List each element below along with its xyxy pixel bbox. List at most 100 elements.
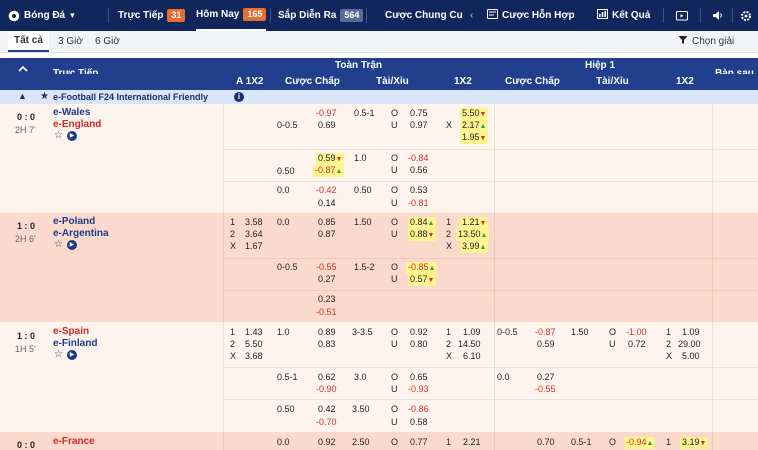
header-a-1x2: A 1X2 (236, 76, 264, 87)
h1-odds-1x2-home[interactable]: 1.09 (682, 327, 700, 338)
odds-1x2-draw[interactable]: 6.10 (463, 351, 481, 362)
favorite-star-icon[interactable]: ☆ (54, 131, 63, 141)
odds-away[interactable]: -0.70 (316, 417, 337, 428)
league-row[interactable]: ▲ ★ e-Football F24 International Friendl… (0, 90, 758, 104)
favorite-star-icon[interactable]: ☆ (54, 240, 63, 250)
h1-odds-home[interactable]: 0.70 (537, 437, 555, 448)
h1-odds-1x2-home[interactable]: 3.19▼ (680, 437, 709, 449)
info-icon[interactable]: i (234, 92, 244, 102)
odds-1x2-home[interactable]: 3.58 (245, 217, 263, 228)
odds-1x2-away[interactable]: 3.64 (245, 229, 263, 240)
odds-under[interactable]: 0.80 (410, 339, 428, 350)
tab-upcoming[interactable]: Sắp Diễn Ra 564 (278, 0, 364, 31)
odds-over[interactable]: -0.85▲ (406, 262, 438, 274)
h1-odds-away[interactable]: -0.55 (535, 384, 556, 395)
odds-1x2-away[interactable]: 13.50▲ (456, 229, 490, 241)
settings-gear-icon[interactable] (740, 0, 752, 31)
tab-live[interactable]: Trực Tiếp 31 (118, 0, 186, 31)
odds-under[interactable]: 0.97 (410, 120, 428, 131)
odds-1x2-home[interactable]: 1.09 (463, 327, 481, 338)
odds-1x2-away[interactable]: 5.50 (245, 339, 263, 350)
odds-1x2-draw[interactable]: 1.95▼ (460, 132, 489, 144)
h1-odds-home[interactable]: 0.27 (537, 372, 555, 383)
odds-under[interactable]: -0.81 (408, 198, 429, 209)
sport-selector[interactable]: Bóng Đá ▾ (24, 0, 75, 31)
odds-over[interactable]: 0.65 (410, 372, 428, 383)
odds-under[interactable]: 0.88▼ (408, 229, 437, 241)
choose-league-button[interactable]: Chọn giải (678, 31, 734, 52)
under-label: U (391, 120, 398, 130)
odds-under[interactable]: -0.93 (408, 384, 429, 395)
odds-away[interactable]: 0.83 (318, 339, 336, 350)
favorite-star-icon[interactable]: ☆ (54, 350, 63, 360)
odds-over[interactable]: -0.86 (408, 404, 429, 415)
odds-under[interactable]: 0.56 (410, 165, 428, 176)
odds-over[interactable]: 0.84▲ (408, 217, 437, 229)
odds-1x2-home[interactable]: 5.50▼ (460, 108, 489, 120)
odds-away[interactable]: -0.51 (316, 307, 337, 318)
odds-under[interactable]: 0.57▼ (408, 274, 437, 286)
odds-over[interactable]: -0.84 (408, 153, 429, 164)
filter-3-hours[interactable]: 3 Giờ (58, 31, 83, 52)
h1-odds-home[interactable]: -0.87 (535, 327, 556, 338)
odds-away[interactable]: -0.90 (316, 384, 337, 395)
handicap-line: 0.0 (277, 217, 290, 227)
odds-1x2-home[interactable]: 2.21 (463, 437, 481, 448)
odds-down-icon: ▼ (699, 440, 707, 447)
filter-all[interactable]: Tất cả (8, 31, 49, 52)
odds-over[interactable]: 0.77 (410, 437, 428, 448)
odds-away[interactable]: 0.87 (318, 229, 336, 240)
odds-home[interactable]: -0.55 (316, 262, 337, 273)
odds-over[interactable]: 0.92 (410, 327, 428, 338)
odds-home[interactable]: -0.42 (316, 185, 337, 196)
h1-odds-over[interactable]: -0.94▲ (624, 437, 656, 449)
odds-away[interactable]: 0.69 (318, 120, 336, 131)
odds-1x2-home[interactable]: 1.43 (245, 327, 263, 338)
odds-home[interactable]: 0.59▼ (316, 153, 345, 165)
tab-results-label: Kết Quả (612, 10, 651, 21)
odds-home[interactable]: 0.89 (318, 327, 336, 338)
star-icon[interactable]: ★ (40, 91, 49, 102)
divider (712, 104, 713, 213)
odds-home[interactable]: 0.92 (318, 437, 336, 448)
odds-over[interactable]: 0.53 (410, 185, 428, 196)
live-stream-icon[interactable]: ▶ (67, 350, 77, 360)
divider (494, 432, 495, 450)
odds-1x2-draw[interactable]: 3.99▲ (460, 241, 489, 253)
odds-home[interactable]: 0.85 (318, 217, 336, 228)
h1-odds-1x2-away[interactable]: 29.00 (678, 339, 701, 350)
h1-odds-under[interactable]: 0.72 (628, 339, 646, 350)
filter-6-hours[interactable]: 6 Giờ (95, 31, 120, 52)
odds-1x2-away[interactable]: 14.50 (458, 339, 481, 350)
table-header-row-2: A 1X2 Cược Chấp Tài/Xỉu 1X2 Cược Chấp Tà… (0, 74, 758, 90)
live-stream-icon[interactable]: ▶ (67, 131, 77, 141)
odds-1x2-draw[interactable]: 1.67 (245, 241, 263, 252)
odds-home[interactable]: -0.97 (316, 108, 337, 119)
tab-today[interactable]: Hôm Nay 165 (196, 0, 267, 31)
divider (494, 104, 495, 213)
odds-home[interactable]: 0.23 (318, 294, 336, 305)
live-stream-icon[interactable]: ▶ (67, 240, 77, 250)
collapse-league-icon[interactable]: ▲ (18, 91, 27, 102)
odds-1x2-home[interactable]: 1.21▼ (460, 217, 489, 229)
odds-away[interactable]: 0.27 (318, 274, 336, 285)
odds-over[interactable]: 0.75 (410, 108, 428, 119)
odds-home[interactable]: 0.42 (318, 404, 336, 415)
odds-1x2-away[interactable]: 2.17▲ (460, 120, 489, 132)
odds-away[interactable]: -0.87▲ (313, 165, 345, 177)
odds-1x2-draw[interactable]: 3.68 (245, 351, 263, 362)
odds-under[interactable]: 0.58 (410, 417, 428, 428)
h1-odds-over[interactable]: -1.00 (626, 327, 647, 338)
odds-down-icon: ▼ (427, 232, 435, 239)
chevron-left-icon[interactable]: ‹ (470, 0, 473, 31)
tab-parlay[interactable]: Cược Hỗn Hợp (487, 0, 575, 31)
handicap-line: 0.5-1 (277, 372, 298, 382)
sound-icon[interactable] (712, 0, 724, 31)
odds-away[interactable]: 0.14 (318, 198, 336, 209)
h1-odds-away[interactable]: 0.59 (537, 339, 555, 350)
tv-icon[interactable] (676, 0, 688, 31)
odds-home[interactable]: 0.62 (318, 372, 336, 383)
h1-odds-1x2-draw[interactable]: 5.00 (682, 351, 700, 362)
tab-outright[interactable]: Cược Chung Cu (385, 0, 471, 31)
tab-results[interactable]: Kết Quả (597, 0, 650, 31)
